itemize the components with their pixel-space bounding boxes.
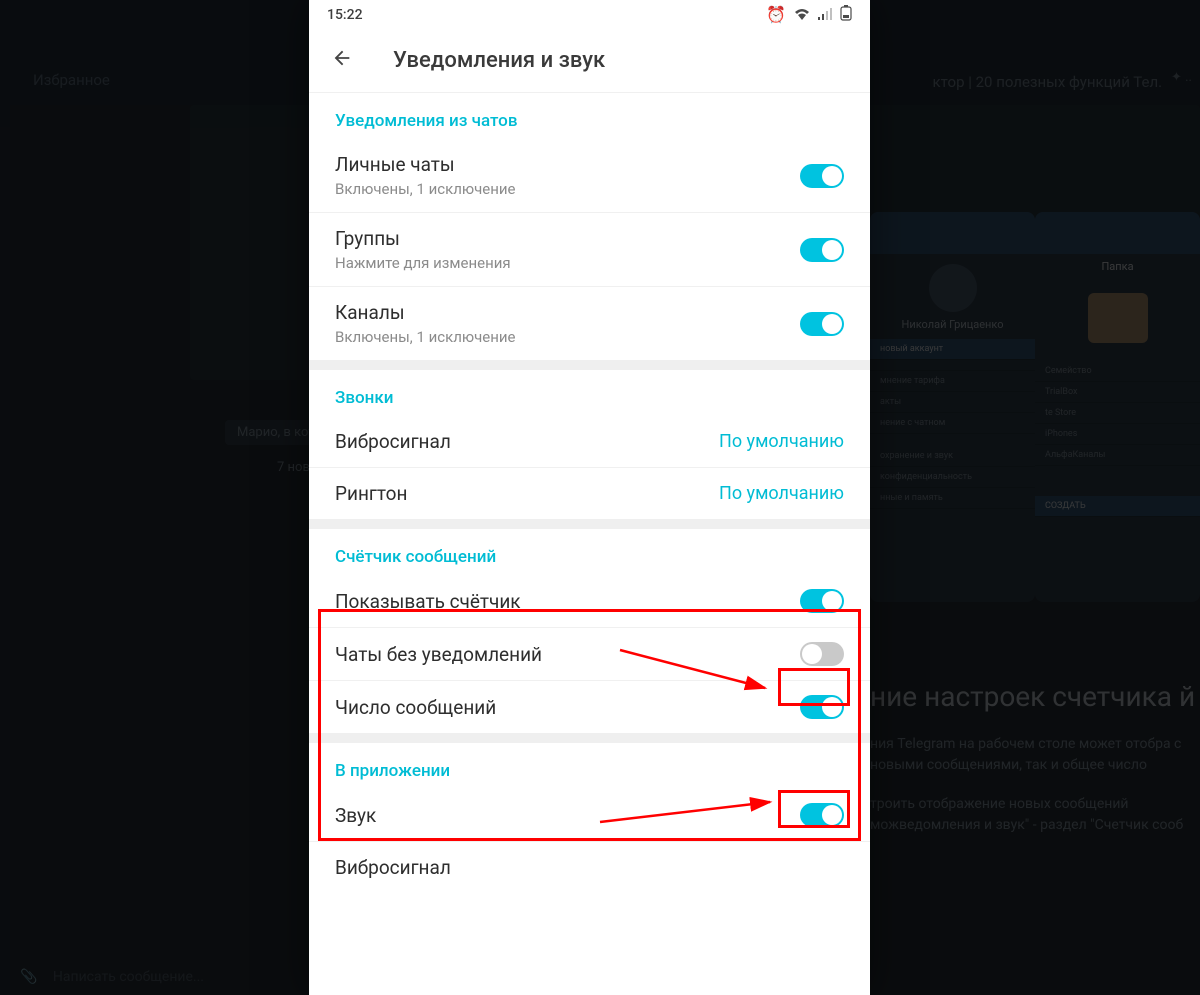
toggle-show-counter[interactable]	[800, 589, 844, 613]
toggle-personal[interactable]	[800, 164, 844, 188]
label-vibro: Вибросигнал	[335, 430, 719, 453]
alarm-icon: ⏰	[766, 5, 786, 24]
toggle-inapp-sound[interactable]	[800, 803, 844, 827]
label-channels: Каналы	[335, 301, 800, 324]
row-groups[interactable]: Группы Нажмите для изменения	[309, 213, 870, 287]
row-inapp-vibro[interactable]: Вибросигнал	[309, 842, 870, 893]
value-vibro: По умолчанию	[719, 431, 844, 452]
row-muted-chats[interactable]: Чаты без уведомлений	[309, 628, 870, 681]
sub-channels: Включены, 1 исключение	[335, 328, 800, 346]
battery-icon	[840, 5, 852, 25]
phone-screenshot: 15:22 ⏰ Уведомления и звук Уведомления и…	[309, 0, 870, 995]
label-inapp-sound: Звук	[335, 804, 800, 827]
app-bar: Уведомления и звук	[309, 29, 870, 93]
toggle-message-count[interactable]	[800, 695, 844, 719]
row-inapp-sound[interactable]: Звук	[309, 789, 870, 842]
label-show-counter: Показывать счётчик	[335, 590, 800, 613]
row-ringtone[interactable]: Рингтон По умолчанию	[309, 468, 870, 519]
section-head-calls: Звонки	[309, 370, 870, 416]
status-bar: 15:22 ⏰	[309, 0, 870, 29]
wifi-icon	[794, 5, 810, 24]
status-time: 15:22	[327, 7, 363, 23]
toggle-channels[interactable]	[800, 312, 844, 336]
label-muted-chats: Чаты без уведомлений	[335, 643, 800, 666]
toggle-groups[interactable]	[800, 238, 844, 262]
section-head-counter: Счётчик сообщений	[309, 529, 870, 575]
label-inapp-vibro: Вибросигнал	[335, 856, 844, 879]
row-message-count[interactable]: Число сообщений	[309, 681, 870, 733]
label-ringtone: Рингтон	[335, 482, 719, 505]
toggle-muted-chats[interactable]	[800, 642, 844, 666]
row-show-counter[interactable]: Показывать счётчик	[309, 575, 870, 628]
page-title: Уведомления и звук	[393, 48, 605, 73]
section-head-inapp: В приложении	[309, 743, 870, 789]
value-ringtone: По умолчанию	[719, 483, 844, 504]
sub-groups: Нажмите для изменения	[335, 254, 800, 272]
section-head-chats: Уведомления из чатов	[309, 93, 870, 139]
row-vibro[interactable]: Вибросигнал По умолчанию	[309, 416, 870, 468]
label-groups: Группы	[335, 227, 800, 250]
label-personal: Личные чаты	[335, 153, 800, 176]
signal-icon	[818, 5, 832, 24]
row-channels[interactable]: Каналы Включены, 1 исключение	[309, 287, 870, 360]
back-button[interactable]	[331, 47, 353, 75]
row-personal-chats[interactable]: Личные чаты Включены, 1 исключение	[309, 139, 870, 213]
sub-personal: Включены, 1 исключение	[335, 180, 800, 198]
label-message-count: Число сообщений	[335, 696, 800, 719]
